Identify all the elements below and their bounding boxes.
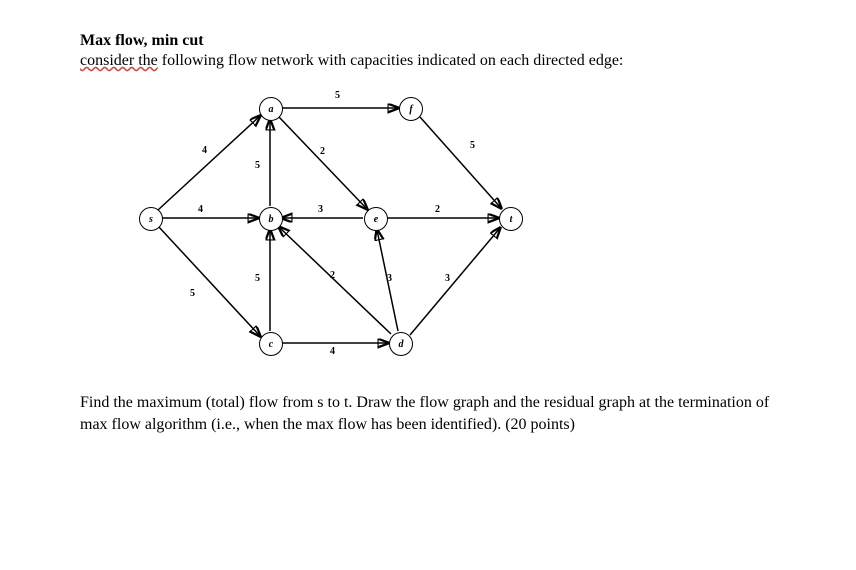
label-c-b: 5: [255, 273, 260, 284]
label-s-b: 4: [198, 204, 203, 215]
label-f-t: 5: [470, 140, 475, 151]
label-d-t: 3: [445, 273, 450, 284]
label-d-e: 3: [387, 273, 392, 284]
label-b-a: 5: [255, 160, 260, 171]
label-c-d: 4: [330, 346, 335, 357]
label-e-b: 3: [318, 204, 323, 215]
label-s-a: 4: [202, 145, 207, 156]
subtitle: consider the following flow network with…: [80, 52, 776, 70]
node-s: s: [139, 207, 163, 231]
subtitle-wavy: consider the: [80, 52, 158, 69]
node-c: c: [259, 332, 283, 356]
label-d-b: 2: [330, 270, 335, 281]
label-e-t: 2: [435, 204, 440, 215]
label-a-f: 5: [335, 90, 340, 101]
node-t: t: [499, 207, 523, 231]
node-f: f: [399, 97, 423, 121]
node-a: a: [259, 97, 283, 121]
node-b: b: [259, 207, 283, 231]
flow-network-diagram: s a b c d e f t 4 4 5 5 5 5 2 3 4 2 3 3 …: [110, 78, 590, 368]
node-d: d: [389, 332, 413, 356]
subtitle-rest: following flow network with capacities i…: [158, 52, 624, 69]
title: Max flow, min cut: [80, 32, 776, 50]
label-a-e: 2: [320, 146, 325, 157]
node-e: e: [364, 207, 388, 231]
question-text: Find the maximum (total) flow from s to …: [80, 392, 776, 435]
label-s-c: 5: [190, 288, 195, 299]
